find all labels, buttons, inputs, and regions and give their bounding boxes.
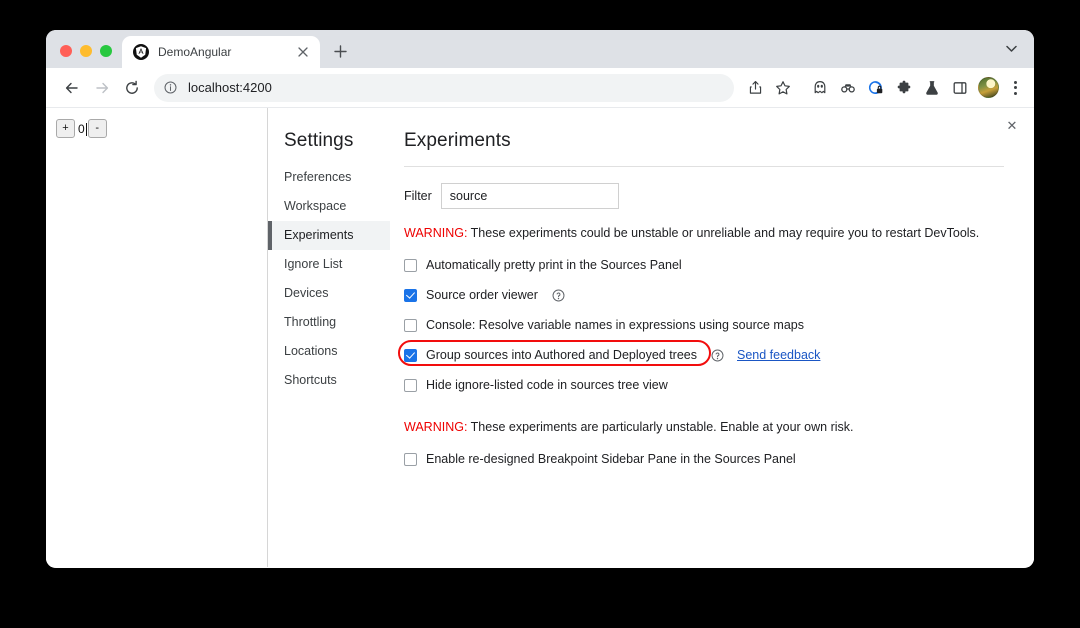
experiment-label: Group sources into Authored and Deployed… [426,348,698,362]
experiment-label: Enable re-designed Breakpoint Sidebar Pa… [426,452,796,466]
sidebar-item-ignore-list[interactable]: Ignore List [268,250,390,279]
experiment-row[interactable]: Automatically pretty print in the Source… [404,257,1004,273]
sidebar-item-label: Ignore List [284,257,343,271]
info-circle-icon[interactable] [164,81,180,94]
star-icon[interactable] [770,75,796,101]
sidebar-item-label: Throttling [284,315,337,329]
back-arrow-icon[interactable] [58,74,86,102]
close-icon[interactable]: ✕ [1002,116,1022,136]
checkbox-icon[interactable] [404,348,417,362]
maximize-window-button[interactable] [100,45,112,57]
experiments-pane: Experiments Filter WARNING: These experi… [390,108,1034,567]
privacy-shield-extension-icon[interactable] [863,75,889,101]
settings-sidebar: Settings Preferences Workspace Experimen… [268,108,390,567]
experiment-row[interactable]: Hide ignore-listed code in sources tree … [404,377,1004,393]
sidebar-item-label: Workspace [284,199,347,213]
browser-tab-demoangular[interactable]: DemoAngular [122,36,320,68]
checkbox-icon[interactable] [404,288,417,302]
browser-window: DemoAngular localhost:4200 + 0 - ✕ Setti… [46,30,1034,568]
counter-widget: + 0 - [56,119,107,138]
filter-label: Filter [404,189,432,203]
puzzle-piece-extensions-icon[interactable] [891,75,917,101]
sidebar-item-experiments[interactable]: Experiments [268,221,390,250]
window-traffic-lights [46,45,122,68]
profile-avatar[interactable] [978,77,999,98]
share-icon[interactable] [742,75,768,101]
warning-unstable-top: WARNING: These experiments could be unst… [404,225,1004,241]
devtools-settings-panel: ✕ Settings Preferences Workspace Experim… [268,108,1034,567]
new-tab-button[interactable] [326,37,354,65]
flask-lab-extension-icon[interactable] [919,75,945,101]
decrement-button[interactable]: - [87,119,107,138]
help-circle-icon[interactable] [711,349,724,362]
sidebar-item-devices[interactable]: Devices [268,279,390,308]
incognito-goggles-extension-icon[interactable] [835,75,861,101]
warning-prefix: WARNING: [404,226,468,240]
sidebar-item-shortcuts[interactable]: Shortcuts [268,366,390,395]
checkbox-icon[interactable] [404,258,417,272]
sidebar-item-locations[interactable]: Locations [268,337,390,366]
sidebar-item-label: Locations [284,344,338,358]
sidebar-item-label: Preferences [284,170,352,184]
close-window-button[interactable] [60,45,72,57]
page-content: + 0 - [46,108,268,567]
sidebar-item-throttling[interactable]: Throttling [268,308,390,337]
experiment-label: Source order viewer [426,288,538,302]
warning-text: These experiments could be unstable or u… [467,226,980,240]
reload-icon[interactable] [118,74,146,102]
tab-title: DemoAngular [158,45,232,59]
address-bar[interactable]: localhost:4200 [154,73,734,102]
filter-row: Filter [404,183,1004,209]
filter-input[interactable] [440,183,619,209]
help-circle-icon[interactable] [552,289,565,302]
experiment-label: Automatically pretty print in the Source… [426,258,682,272]
settings-heading: Settings [284,130,354,151]
toolbar-actions [742,75,1026,101]
experiment-label: Hide ignore-listed code in sources tree … [426,378,668,392]
checkbox-icon[interactable] [404,318,417,332]
experiment-row[interactable]: Console: Resolve variable names in expre… [404,317,1004,333]
chevron-down-icon[interactable] [998,36,1024,62]
counter-value: 0 [75,122,88,136]
send-feedback-link[interactable]: Send feedback [737,348,820,362]
tab-strip: DemoAngular [46,30,1034,68]
checkbox-icon[interactable] [404,452,417,466]
warning-prefix: WARNING: [404,420,468,434]
close-icon[interactable] [294,44,311,61]
sidebar-item-workspace[interactable]: Workspace [268,192,390,221]
warning-text: These experiments are particularly unsta… [467,420,854,434]
experiment-row[interactable]: Source order viewer [404,287,1004,303]
sidebar-item-label: Shortcuts [284,373,337,387]
url-text: localhost:4200 [188,80,272,95]
page-title: Experiments [404,130,1004,167]
experiment-row[interactable]: Enable re-designed Breakpoint Sidebar Pa… [404,451,1004,467]
experiment-label: Console: Resolve variable names in expre… [426,318,804,332]
warning-unstable-bottom: WARNING: These experiments are particula… [404,419,1004,435]
side-panel-icon[interactable] [947,75,973,101]
three-dot-menu-icon[interactable] [1004,75,1026,101]
browser-viewport: + 0 - ✕ Settings Preferences Workspace E… [46,108,1034,567]
sidebar-item-label: Experiments [284,228,354,242]
checkbox-icon[interactable] [404,378,417,392]
ghost-extension-icon[interactable] [807,75,833,101]
experiment-row-highlighted[interactable]: Group sources into Authored and Deployed… [398,340,1004,366]
sidebar-item-preferences[interactable]: Preferences [268,163,390,192]
angular-logo-icon [133,44,149,60]
increment-button[interactable]: + [56,119,75,138]
forward-arrow-icon[interactable] [88,74,116,102]
browser-toolbar: localhost:4200 [46,68,1034,108]
sidebar-item-label: Devices [284,286,329,300]
minimize-window-button[interactable] [80,45,92,57]
